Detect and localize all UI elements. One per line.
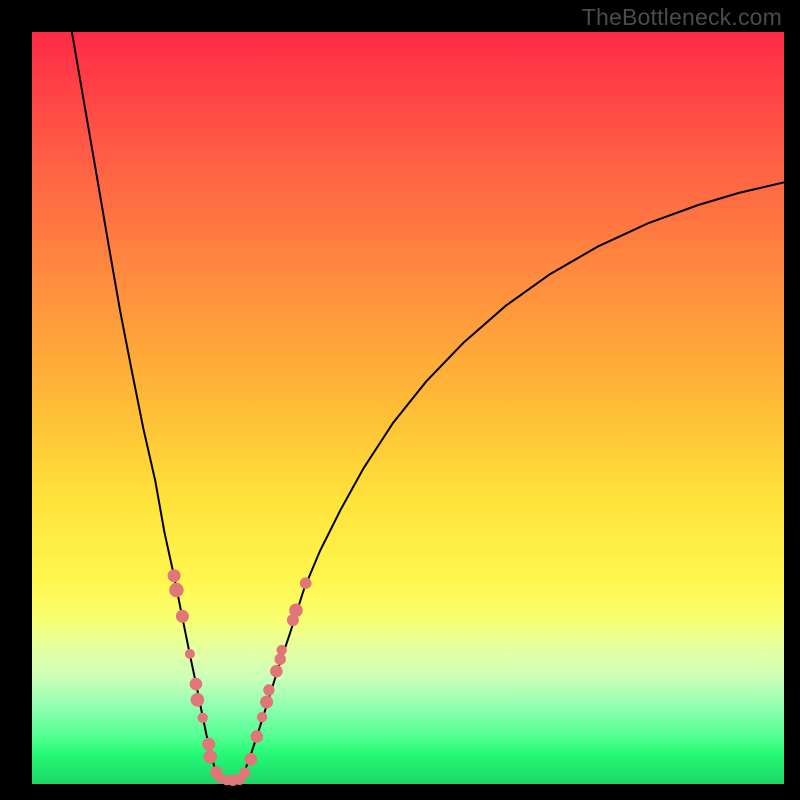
plot-area	[32, 32, 784, 784]
data-marker	[257, 712, 267, 722]
data-marker	[289, 604, 303, 618]
data-marker	[203, 750, 217, 764]
data-marker	[275, 654, 286, 665]
chart-svg	[32, 32, 784, 784]
data-marker	[185, 649, 195, 659]
data-marker	[245, 753, 258, 766]
chart-frame: TheBottleneck.com	[0, 0, 800, 800]
curve-left	[72, 32, 234, 782]
data-marker	[190, 678, 203, 691]
data-marker	[260, 696, 273, 709]
curve-right	[234, 182, 785, 781]
data-marker	[168, 569, 181, 582]
data-marker	[251, 730, 264, 743]
data-marker	[191, 693, 205, 707]
data-marker	[198, 713, 208, 723]
data-marker	[270, 665, 283, 678]
data-marker	[263, 684, 274, 695]
data-marker	[300, 577, 312, 589]
watermark-text: TheBottleneck.com	[582, 4, 782, 31]
marker-layer	[168, 569, 312, 786]
data-marker	[176, 610, 189, 623]
data-marker	[202, 738, 215, 751]
data-marker	[277, 645, 287, 655]
data-marker	[169, 583, 183, 597]
data-marker	[239, 767, 250, 778]
